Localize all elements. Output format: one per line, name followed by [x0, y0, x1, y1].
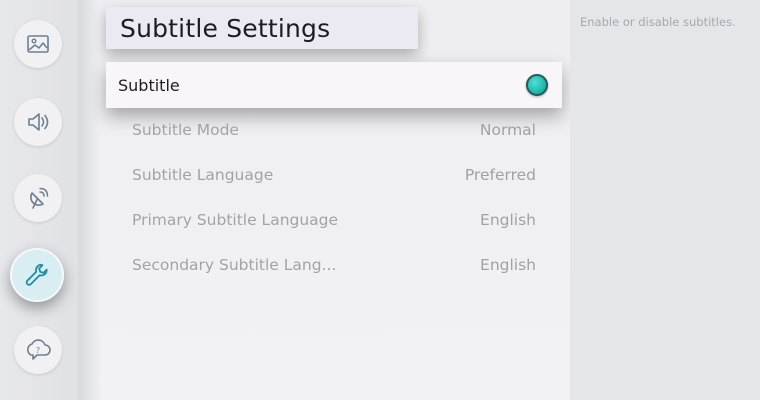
support-chat-icon: ?: [27, 339, 51, 360]
svg-text:?: ?: [36, 346, 40, 355]
sidebar-item-sound[interactable]: [14, 98, 62, 146]
sidebar-divider: [78, 0, 100, 400]
sidebar-item-support[interactable]: ?: [14, 326, 62, 374]
sidebar-item-broadcasting[interactable]: [14, 174, 62, 222]
sound-icon: [28, 113, 49, 131]
setting-label: Subtitle Mode: [132, 121, 239, 139]
setting-primary-subtitle-language[interactable]: Primary Subtitle Language English: [132, 207, 536, 233]
setting-secondary-subtitle-language[interactable]: Secondary Subtitle Lang... English: [132, 252, 536, 278]
setting-label: Secondary Subtitle Lang...: [132, 256, 337, 274]
subtitle-toggle[interactable]: [526, 74, 548, 96]
wrench-icon: [25, 263, 48, 286]
setting-subtitle-mode[interactable]: Subtitle Mode Normal: [132, 117, 536, 143]
broadcast-icon: [30, 187, 49, 209]
picture-icon: [27, 35, 49, 53]
setting-subtitle-language[interactable]: Subtitle Language Preferred: [132, 162, 536, 188]
subtitle-toggle-row[interactable]: Subtitle: [106, 62, 562, 108]
page-title: Subtitle Settings: [106, 7, 418, 49]
setting-value: English: [480, 211, 536, 229]
setting-value: Preferred: [464, 166, 536, 184]
settings-panel: [100, 0, 570, 400]
setting-label: Subtitle Language: [132, 166, 274, 184]
setting-value: English: [480, 256, 536, 274]
subtitle-label: Subtitle: [118, 75, 180, 95]
sidebar-item-picture[interactable]: [14, 20, 62, 68]
setting-value: Normal: [479, 121, 536, 139]
description-text: Enable or disable subtitles.: [580, 15, 736, 29]
sidebar-item-general[interactable]: [10, 248, 64, 302]
setting-label: Primary Subtitle Language: [132, 211, 339, 229]
description-panel: [570, 0, 760, 400]
